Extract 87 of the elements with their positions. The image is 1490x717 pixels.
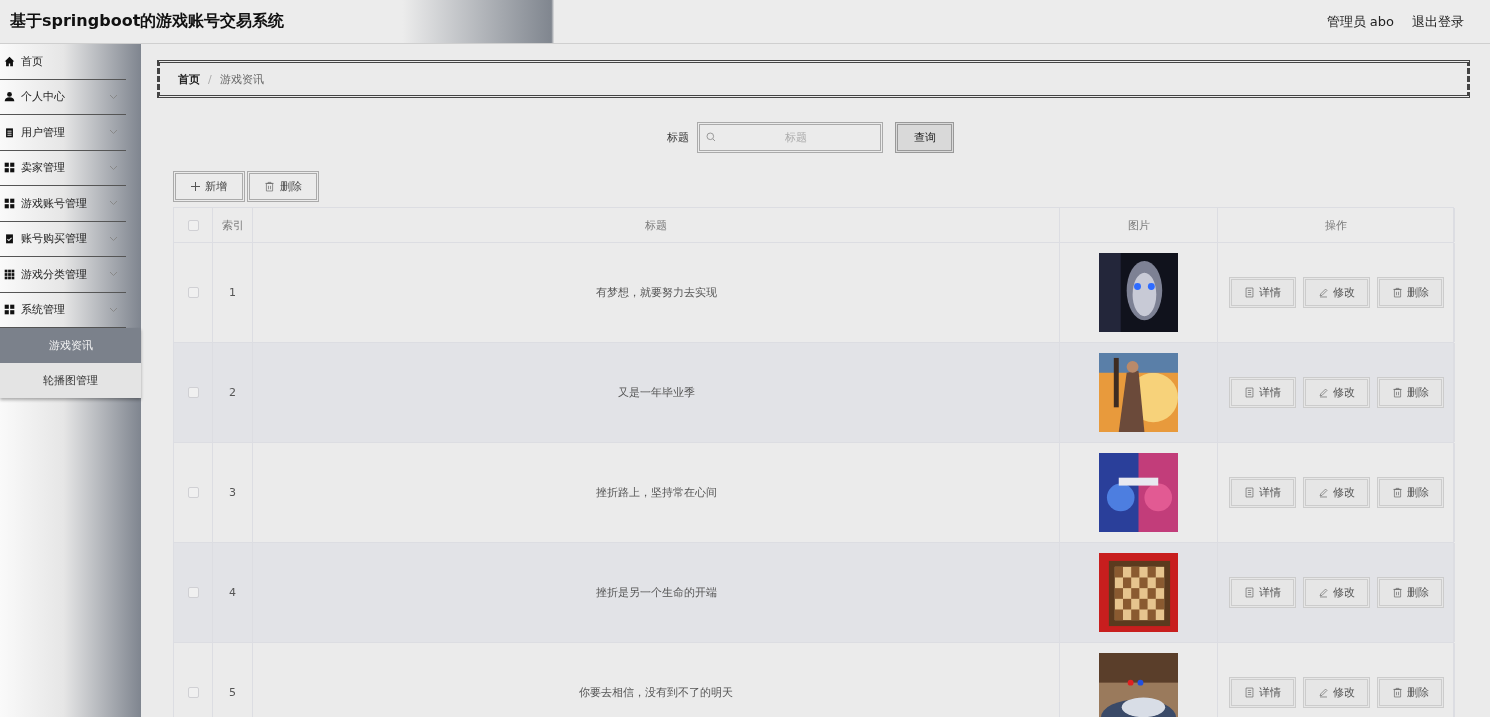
clipboard-check-icon	[4, 233, 15, 245]
sidebar-item[interactable]: 个人中心	[0, 79, 126, 115]
action-button[interactable]: 详情	[1228, 277, 1296, 308]
action-button[interactable]: 删除	[1376, 577, 1444, 608]
submenu-item[interactable]: 游戏资讯	[0, 328, 141, 363]
table-cell: 5	[229, 686, 236, 699]
user-name: 管理员 abo	[1326, 12, 1394, 31]
home-icon	[4, 55, 15, 67]
table-cell: 你要去相信，没有到不了的明天	[579, 685, 733, 700]
search-icon	[706, 132, 716, 142]
query-button[interactable]: 查询	[895, 122, 954, 153]
table-cell: 有梦想，就要努力去实现	[595, 285, 717, 300]
sidebar-item[interactable]: 卖家管理	[0, 150, 126, 186]
pencil-icon	[1317, 487, 1329, 498]
action-button[interactable]: 删除	[1376, 677, 1444, 708]
checkbox[interactable]	[187, 387, 199, 398]
breadcrumb-item[interactable]: 游戏资讯	[219, 71, 264, 87]
column-header: 索引	[213, 208, 253, 242]
trash-icon	[1391, 287, 1403, 298]
sidebar-item[interactable]: 用户管理	[0, 115, 126, 151]
table-cell: 1	[229, 286, 236, 299]
grid-icon	[4, 268, 15, 280]
user-icon	[4, 91, 15, 103]
breadcrumb-item[interactable]: 首页	[178, 71, 200, 87]
checkbox[interactable]	[187, 487, 199, 498]
action-button[interactable]: 详情	[1228, 677, 1296, 708]
delete-button[interactable]: 删除	[247, 171, 319, 202]
pencil-icon	[1317, 687, 1329, 698]
table-cell: 4	[229, 586, 236, 599]
trash-icon	[264, 181, 275, 192]
action-button[interactable]: 修改	[1302, 677, 1370, 708]
document-icon	[1243, 687, 1255, 698]
chevron-down-icon	[109, 271, 118, 278]
action-button[interactable]: 删除	[1376, 477, 1444, 508]
action-button[interactable]: 删除	[1376, 377, 1444, 408]
table-cell: 又是一年毕业季	[617, 385, 695, 400]
logout-link[interactable]: 退出登录	[1412, 12, 1464, 31]
action-button[interactable]: 详情	[1228, 377, 1296, 408]
sidebar-item[interactable]: 账号购买管理	[0, 221, 126, 257]
action-button[interactable]: 修改	[1302, 377, 1370, 408]
table-cell: 挫折是另一个生命的开端	[595, 585, 717, 600]
chevron-down-icon	[109, 164, 118, 171]
chevron-down-icon	[109, 306, 118, 313]
checkbox[interactable]	[187, 687, 199, 698]
action-button[interactable]: 修改	[1302, 477, 1370, 508]
action-button[interactable]: 修改	[1302, 577, 1370, 608]
action-button[interactable]: 详情	[1228, 477, 1296, 508]
grid-icon	[4, 197, 15, 209]
search-label: 标题	[667, 130, 689, 145]
table-cell: 3	[229, 486, 236, 499]
document-icon	[1243, 487, 1255, 498]
grid-icon	[4, 304, 15, 316]
sidebar-item[interactable]: 游戏账号管理	[0, 186, 126, 222]
table-cell: 挫折路上，坚持常在心间	[595, 485, 717, 500]
document-icon	[1243, 587, 1255, 598]
document-icon	[1243, 387, 1255, 398]
document-icon	[1243, 287, 1255, 298]
trash-icon	[1391, 687, 1403, 698]
breadcrumb-separator: /	[208, 72, 212, 86]
sidebar-item[interactable]: 游戏分类管理	[0, 257, 126, 293]
clipboard-icon	[4, 126, 15, 138]
plus-icon	[191, 182, 200, 191]
checkbox[interactable]	[187, 287, 199, 298]
pencil-icon	[1317, 387, 1329, 398]
app-title: 基于springboot的游戏账号交易系统	[10, 11, 285, 32]
grid-icon	[4, 162, 15, 174]
checkbox[interactable]	[187, 219, 199, 231]
pencil-icon	[1317, 287, 1329, 298]
submenu-item[interactable]: 轮播图管理	[0, 363, 141, 398]
action-button[interactable]: 详情	[1228, 577, 1296, 608]
chevron-down-icon	[109, 200, 118, 207]
action-button[interactable]: 删除	[1376, 277, 1444, 308]
column-header: 标题	[253, 208, 1060, 242]
chevron-down-icon	[109, 93, 118, 100]
column-header: 图片	[1060, 208, 1218, 242]
sidebar-item[interactable]: 首页	[0, 44, 126, 80]
trash-icon	[1391, 387, 1403, 398]
checkbox[interactable]	[187, 587, 199, 598]
add-button[interactable]: 新增	[173, 171, 245, 202]
trash-icon	[1391, 587, 1403, 598]
pencil-icon	[1317, 587, 1329, 598]
action-button[interactable]: 修改	[1302, 277, 1370, 308]
chevron-down-icon	[109, 235, 118, 242]
column-header: 操作	[1218, 208, 1455, 242]
chevron-down-icon	[109, 129, 118, 136]
trash-icon	[1391, 487, 1403, 498]
table-cell: 2	[229, 386, 236, 399]
